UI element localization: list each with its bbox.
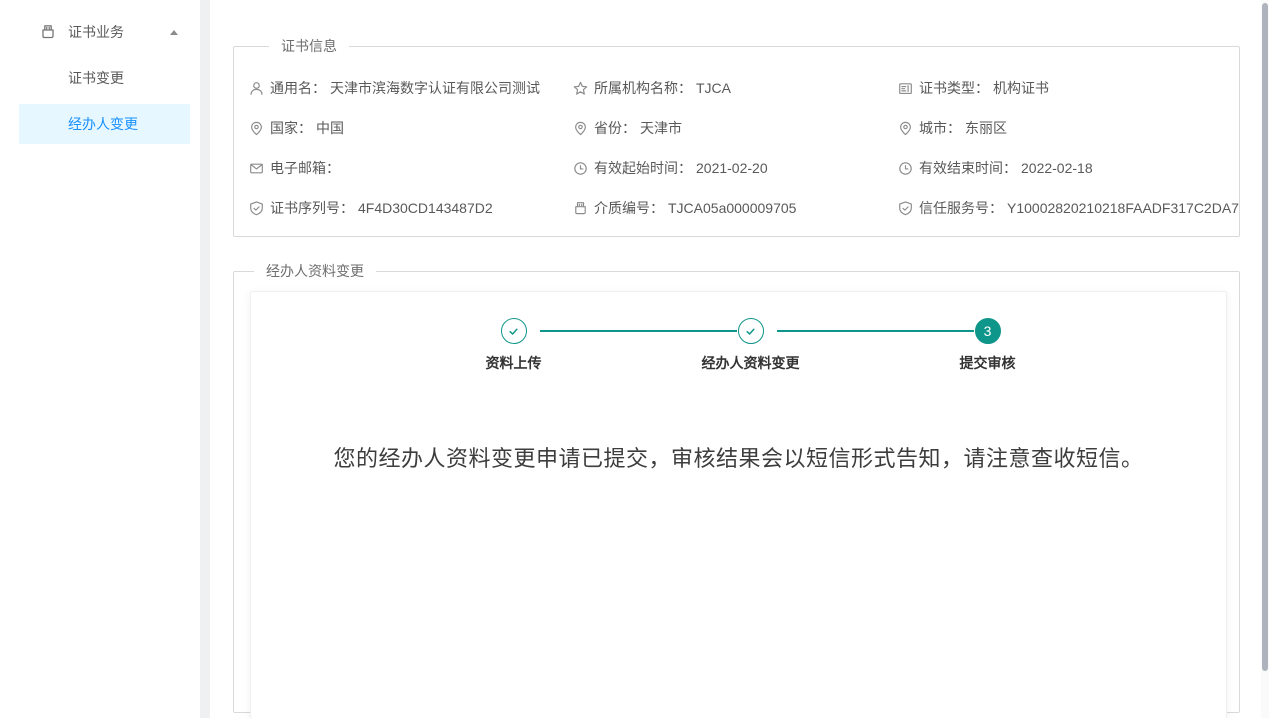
step-connector: [777, 330, 974, 332]
sidebar-menu-cert-business[interactable]: 证书业务: [0, 12, 200, 52]
step-connector: [540, 330, 737, 332]
field-label: 省份：: [594, 118, 636, 138]
agent-change-panel: 经办人资料变更 资料上传 经办人资料变更: [233, 261, 1240, 713]
chevron-up-icon: [170, 30, 178, 35]
field-value: 东丽区: [965, 118, 1007, 138]
certificate-info-panel: 证书信息 通用名： 天津市滨海数字认证有限公司测试 所属机构名称： TJCA: [233, 36, 1240, 237]
sidebar-menu-title: 证书业务: [68, 22, 170, 42]
mail-icon: [249, 161, 264, 176]
field-media-number: 介质编号： TJCA05a000009705: [573, 188, 898, 228]
field-value: 2021-02-20: [696, 160, 768, 176]
star-icon: [573, 81, 588, 96]
step-label: 提交审核: [960, 353, 1016, 373]
progress-stepper: 资料上传 经办人资料变更 3 提交审核: [263, 318, 1238, 373]
shield-check-icon: [249, 201, 264, 216]
field-trust-service-number: 信任服务号： Y10002820210218FAADF317C2DA7326: [898, 188, 1239, 228]
sidebar-item-agent-change[interactable]: 经办人变更: [19, 104, 190, 144]
step-submit-review: 3 提交审核: [869, 318, 1106, 373]
field-label: 介质编号：: [594, 198, 664, 218]
idcard-icon: [898, 81, 913, 96]
field-country: 国家： 中国: [249, 108, 573, 148]
field-valid-from: 有效起始时间： 2021-02-20: [573, 148, 898, 188]
usb-icon: [40, 24, 56, 40]
step-label: 资料上传: [486, 353, 542, 373]
sidebar-scrollbar[interactable]: [200, 0, 210, 718]
step-check-icon: [738, 318, 764, 344]
location-icon: [898, 121, 913, 136]
step-data-upload: 资料上传: [395, 318, 632, 373]
field-email: 电子邮箱：: [249, 148, 573, 188]
field-label: 城市：: [919, 118, 961, 138]
field-value: 机构证书: [993, 78, 1049, 98]
field-label: 有效起始时间：: [594, 158, 692, 178]
location-icon: [249, 121, 264, 136]
field-common-name: 通用名： 天津市滨海数字认证有限公司测试: [249, 68, 573, 108]
field-label: 信任服务号：: [919, 198, 1003, 218]
clock-icon: [573, 161, 588, 176]
field-valid-to: 有效结束时间： 2022-02-18: [898, 148, 1239, 188]
field-cert-type: 证书类型： 机构证书: [898, 68, 1239, 108]
field-value: TJCA05a000009705: [668, 200, 796, 216]
agent-change-card: 资料上传 经办人资料变更 3 提交审核 您的经办: [250, 291, 1227, 718]
sidebar: 证书业务 证书变更 经办人变更: [0, 0, 200, 718]
step-number: 3: [975, 318, 1001, 344]
location-icon: [573, 121, 588, 136]
page-scrollbar-thumb[interactable]: [1262, 3, 1268, 671]
step-check-icon: [501, 318, 527, 344]
field-city: 城市： 东丽区: [898, 108, 1239, 148]
main-content: 证书信息 通用名： 天津市滨海数字认证有限公司测试 所属机构名称： TJCA: [210, 0, 1269, 718]
field-label: 通用名：: [270, 78, 326, 98]
field-value: 天津市: [640, 118, 682, 138]
step-label: 经办人资料变更: [702, 353, 800, 373]
usb-icon: [573, 201, 588, 216]
field-label: 证书序列号：: [270, 198, 354, 218]
submission-result-message: 您的经办人资料变更申请已提交，审核结果会以短信形式告知，请注意查收短信。: [251, 441, 1226, 473]
step-agent-info-change: 经办人资料变更: [632, 318, 869, 373]
field-label: 证书类型：: [919, 78, 989, 98]
app-window: 证书业务 证书变更 经办人变更 证书信息 通用名： 天津市滨海数字认证有限公司测…: [0, 0, 1269, 718]
certificate-info-legend: 证书信息: [269, 36, 349, 56]
field-value: 2022-02-18: [1021, 160, 1093, 176]
field-value: Y10002820210218FAADF317C2DA7326: [1007, 200, 1239, 216]
field-value: 天津市滨海数字认证有限公司测试: [330, 78, 540, 98]
sidebar-item-cert-change[interactable]: 证书变更: [0, 58, 200, 98]
user-icon: [249, 81, 264, 96]
field-org-name: 所属机构名称： TJCA: [573, 68, 898, 108]
field-label: 电子邮箱：: [270, 158, 340, 178]
certificate-fields-grid: 通用名： 天津市滨海数字认证有限公司测试 所属机构名称： TJCA 证书类型： …: [249, 68, 1239, 228]
shield-check-icon: [898, 201, 913, 216]
field-province: 省份： 天津市: [573, 108, 898, 148]
field-label: 国家：: [270, 118, 312, 138]
field-value: 中国: [316, 118, 344, 138]
field-label: 所属机构名称：: [594, 78, 692, 98]
field-label: 有效结束时间：: [919, 158, 1017, 178]
field-value: TJCA: [696, 80, 731, 96]
field-serial-number: 证书序列号： 4F4D30CD143487D2: [249, 188, 573, 228]
clock-icon: [898, 161, 913, 176]
field-value: 4F4D30CD143487D2: [358, 200, 493, 216]
agent-change-legend: 经办人资料变更: [254, 261, 376, 281]
